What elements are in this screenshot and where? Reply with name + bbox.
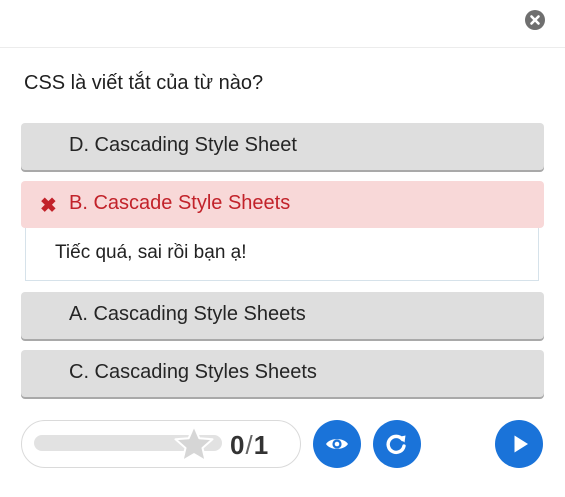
- dialog-header: [0, 0, 565, 48]
- answer-label: C. Cascading Styles Sheets: [69, 361, 317, 383]
- score-current: 0: [230, 430, 245, 460]
- next-button[interactable]: [495, 420, 543, 468]
- close-button[interactable]: [525, 10, 545, 30]
- eye-icon: [326, 439, 348, 449]
- retry-button[interactable]: [373, 420, 421, 468]
- question-text: CSS là viết tắt của từ nào?: [24, 72, 264, 94]
- answer-label: D. Cascading Style Sheet: [69, 134, 297, 156]
- score-separator: /: [245, 430, 253, 460]
- answer-option-b-wrong[interactable]: ✖ B. Cascade Style Sheets: [21, 181, 544, 228]
- answer-label: B. Cascade Style Sheets: [69, 192, 291, 214]
- answer-option-c[interactable]: C. Cascading Styles Sheets: [21, 350, 544, 397]
- feedback-message: Tiếc quá, sai rồi bạn ạ!: [25, 228, 539, 281]
- star-icon: [174, 425, 214, 462]
- score-total: 1: [253, 430, 269, 460]
- quiz-dialog: CSS là viết tắt của từ nào? D. Cascading…: [0, 0, 565, 497]
- answer-label: A. Cascading Style Sheets: [69, 303, 306, 325]
- play-icon: [514, 435, 528, 453]
- close-icon: [530, 15, 540, 25]
- wrong-mark-icon: ✖: [40, 195, 57, 217]
- answer-option-a[interactable]: A. Cascading Style Sheets: [21, 292, 544, 339]
- show-solution-button[interactable]: [313, 420, 361, 468]
- answer-option-d[interactable]: D. Cascading Style Sheet: [21, 123, 544, 170]
- retry-icon: [386, 434, 406, 455]
- score-bar: 0/1: [21, 420, 301, 468]
- feedback-text: Tiếc quá, sai rồi bạn ạ!: [55, 242, 247, 263]
- score-text: 0/1: [230, 430, 268, 461]
